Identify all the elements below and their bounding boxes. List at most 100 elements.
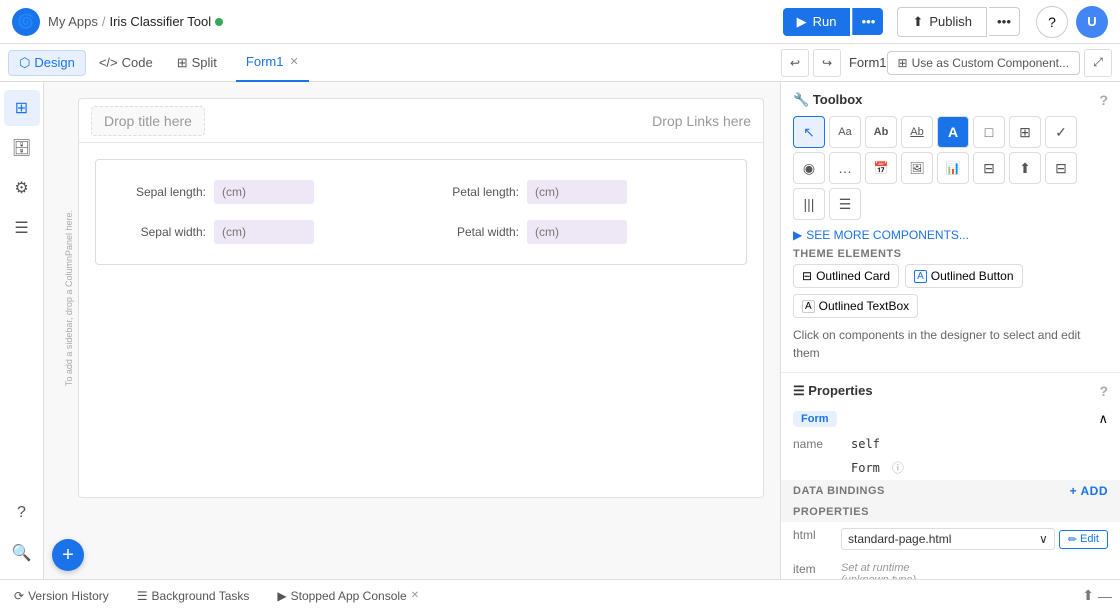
- html-key: html: [793, 528, 833, 542]
- bottom-icon2[interactable]: —: [1098, 588, 1112, 604]
- tool-check[interactable]: ✓: [1045, 116, 1077, 148]
- tabbar: ⬡ Design </> Code ⊞ Split Form1 ✕ ↩ ↪ Fo…: [0, 44, 1120, 82]
- tool-align-center[interactable]: ⊟: [1045, 152, 1077, 184]
- run-button[interactable]: ▶ Run: [783, 8, 851, 36]
- form-grid: Sepal length: (cm) Petal length: (cm) Se…: [95, 159, 747, 265]
- bottom-expand-icon[interactable]: ⬆: [1082, 587, 1094, 604]
- run-more-icon: •••: [861, 14, 875, 29]
- petal-length-input[interactable]: (cm): [527, 180, 627, 204]
- outlined-textbox-icon: A: [802, 300, 815, 313]
- tool-calendar[interactable]: 📅: [865, 152, 897, 184]
- breadcrumb-project[interactable]: Iris Classifier Tool: [109, 14, 211, 29]
- sepal-width-label: Sepal width:: [116, 225, 206, 239]
- outlined-button-label: Outlined Button: [931, 269, 1014, 283]
- tool-square[interactable]: □: [973, 116, 1005, 148]
- see-more-link[interactable]: ▶ SEE MORE COMPONENTS...: [793, 228, 1108, 242]
- name-value: self: [851, 437, 880, 451]
- tool-cursor[interactable]: ↖: [793, 116, 825, 148]
- tool-image[interactable]: 🖼: [901, 152, 933, 184]
- tab-close-icon[interactable]: ✕: [289, 55, 298, 68]
- theme-outlined-card[interactable]: ⊟ Outlined Card: [793, 264, 899, 288]
- properties-section-label: PROPERTIES: [793, 506, 869, 518]
- form-collapse-icon[interactable]: ∧: [1098, 411, 1108, 427]
- sidebar-icon-settings[interactable]: ⚙: [4, 170, 40, 206]
- name-key: name: [793, 437, 843, 451]
- tool-text-aa[interactable]: Aa: [829, 116, 861, 148]
- theme-elements: ⊟ Outlined Card A Outlined Button A Outl…: [793, 264, 1108, 318]
- run-more-button[interactable]: •••: [852, 8, 883, 35]
- redo-button[interactable]: ↪: [813, 49, 841, 77]
- tool-button-blue[interactable]: A: [937, 116, 969, 148]
- mode-tabs: ⬡ Design </> Code ⊞ Split: [8, 50, 228, 76]
- tab-form1[interactable]: Form1 ✕: [236, 44, 309, 82]
- data-bindings-bar[interactable]: DATA BINDINGS + ADD: [781, 480, 1120, 502]
- bottom-bar: ⟳ Version History ☰ Background Tasks ▶ S…: [0, 579, 1120, 611]
- html-edit-button[interactable]: ✏ Edit: [1059, 530, 1108, 549]
- tool-rows[interactable]: ☰: [829, 188, 861, 220]
- form-row-prop: Form ⓘ: [781, 455, 1120, 480]
- design-icon: ⬡: [19, 55, 30, 71]
- sidebar-icon-question[interactable]: ?: [4, 495, 40, 531]
- properties-help-icon[interactable]: ?: [1099, 383, 1108, 399]
- version-history-tab[interactable]: ⟳ Version History: [8, 587, 115, 605]
- petal-width-input[interactable]: (cm): [527, 220, 627, 244]
- form-canvas[interactable]: Drop title here Drop Links here Sepal le…: [78, 98, 764, 498]
- sepal-length-input[interactable]: (cm): [214, 180, 314, 204]
- publish-button-group: ⬆ Publish •••: [897, 7, 1020, 37]
- run-play-icon: ▶: [797, 14, 807, 30]
- toolbox-help-icon[interactable]: ?: [1099, 92, 1108, 108]
- sepal-width-input[interactable]: (cm): [214, 220, 314, 244]
- item-key: item: [793, 562, 833, 576]
- drop-links[interactable]: Drop Links here: [652, 113, 751, 129]
- dropdown-chevron-icon: ∨: [1039, 532, 1048, 546]
- sidebar-icon-list[interactable]: ☰: [4, 210, 40, 246]
- version-history-label: Version History: [28, 589, 109, 603]
- properties-header: ☰ Properties ?: [781, 373, 1120, 409]
- expand-button[interactable]: ⤢: [1084, 49, 1112, 77]
- publish-more-icon: •••: [997, 14, 1011, 29]
- publish-button[interactable]: ⬆ Publish: [897, 7, 987, 37]
- sidebar-icon-search[interactable]: 🔍: [4, 535, 40, 571]
- theme-outlined-textbox[interactable]: A Outlined TextBox: [793, 294, 918, 318]
- drop-title-bar: Drop title here Drop Links here: [79, 99, 763, 143]
- fab-add-button[interactable]: +: [52, 539, 84, 571]
- form-info-icon[interactable]: ⓘ: [892, 459, 904, 476]
- html-property-row: html standard-page.html ∨ ✏ Edit: [781, 522, 1120, 556]
- tool-table[interactable]: ⊟: [973, 152, 1005, 184]
- app-console-tab[interactable]: ▶ Stopped App Console ✕: [271, 587, 425, 605]
- properties-bar[interactable]: PROPERTIES: [781, 502, 1120, 522]
- custom-component-button[interactable]: ⊞ Use as Custom Component...: [887, 51, 1080, 75]
- add-binding-button[interactable]: + ADD: [1070, 484, 1108, 498]
- drop-title[interactable]: Drop title here: [91, 106, 205, 136]
- mode-tab-split[interactable]: ⊞ Split: [166, 50, 228, 76]
- avatar[interactable]: U: [1076, 6, 1108, 38]
- custom-component-icon: ⊞: [898, 56, 908, 70]
- petal-width-label: Petal width:: [429, 225, 519, 239]
- tool-columns[interactable]: |||: [793, 188, 825, 220]
- help-button[interactable]: ?: [1036, 6, 1068, 38]
- undo-button[interactable]: ↩: [781, 49, 809, 77]
- background-tasks-tab[interactable]: ☰ Background Tasks: [131, 587, 256, 605]
- sidebar-icon-grid[interactable]: ⊞: [4, 90, 40, 126]
- breadcrumb-app[interactable]: My Apps: [48, 14, 98, 29]
- tool-text-bold[interactable]: Ab: [865, 116, 897, 148]
- form-name-label: Form1: [849, 55, 887, 70]
- theme-outlined-button[interactable]: A Outlined Button: [905, 264, 1022, 288]
- tool-radio[interactable]: ◉: [793, 152, 825, 184]
- tool-upload[interactable]: ⬆: [1009, 152, 1041, 184]
- canvas-area: To add a sidebar, drop a ColumnPanel her…: [44, 82, 780, 579]
- sidebar-icon-database[interactable]: 🗄: [4, 130, 40, 166]
- vertical-guide-text: To add a sidebar, drop a ColumnPanel her…: [64, 210, 74, 386]
- tool-chart[interactable]: 📊: [937, 152, 969, 184]
- tool-double-square[interactable]: ⊞: [1009, 116, 1041, 148]
- item-property-row: item Set at runtime (unknown type): [781, 556, 1120, 579]
- html-value-dropdown[interactable]: standard-page.html ∨: [841, 528, 1055, 550]
- app-console-close-icon[interactable]: ✕: [411, 590, 419, 601]
- publish-more-button[interactable]: •••: [989, 7, 1020, 36]
- tool-dots[interactable]: …: [829, 152, 861, 184]
- mode-tab-design[interactable]: ⬡ Design: [8, 50, 86, 76]
- topbar: 🌀 My Apps / Iris Classifier Tool ▶ Run •…: [0, 0, 1120, 44]
- version-history-icon: ⟳: [14, 589, 24, 603]
- mode-tab-code[interactable]: </> Code: [88, 50, 164, 75]
- tool-text-underline[interactable]: Ab: [901, 116, 933, 148]
